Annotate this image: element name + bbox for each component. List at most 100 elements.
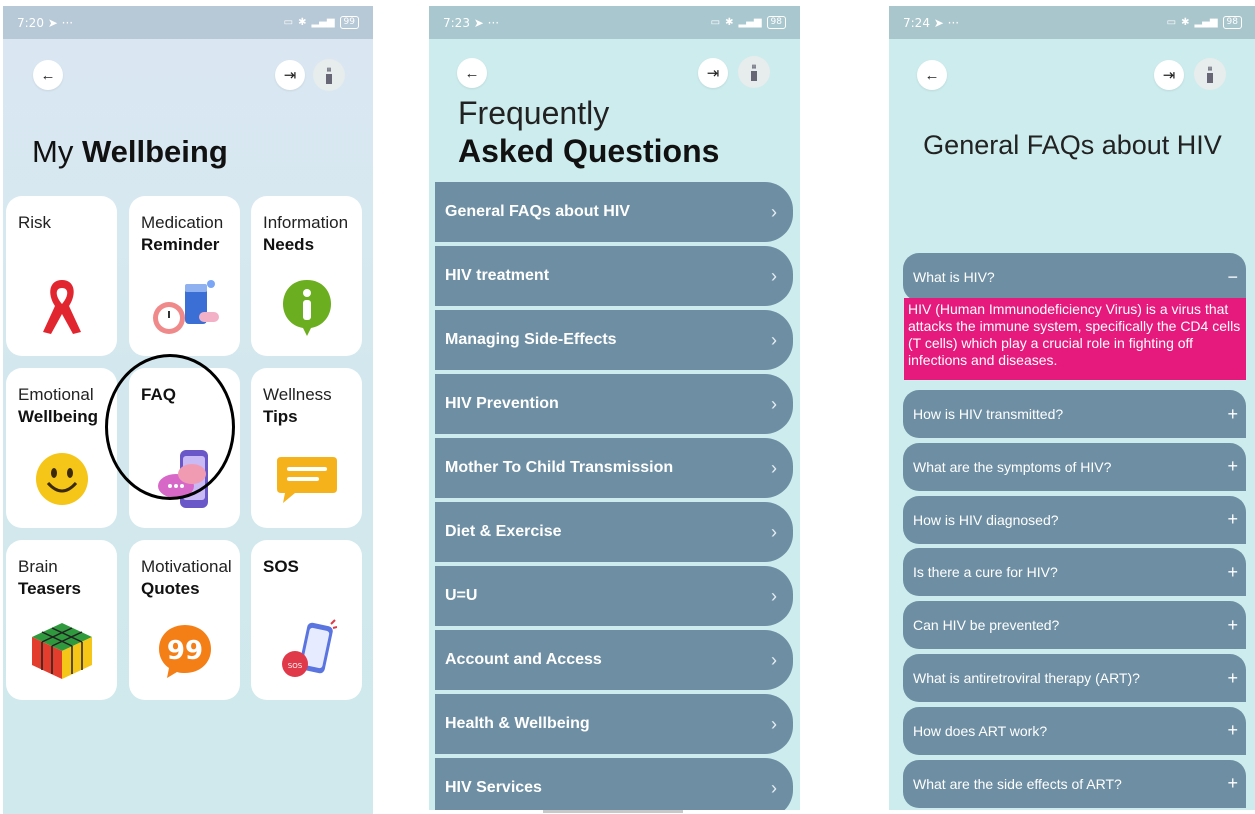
tile-information-needs[interactable]: Information Needs xyxy=(251,196,362,356)
status-bar: 7:20 ➤ ··· ▭ ✱ ▂▄▆ 99 xyxy=(3,6,373,39)
status-bar: 7:24 ➤ ··· ▭ ✱ ▂▄▆ 98 xyxy=(889,6,1255,39)
tile-emotional-wellbeing[interactable]: Emotional Wellbeing xyxy=(6,368,117,528)
arrow-left-icon: ← xyxy=(40,66,56,84)
avatar-image: ▦ xyxy=(751,63,757,70)
question-text: Is there a cure for HIV? xyxy=(913,564,1058,581)
faq-category-label: HIV Services xyxy=(445,779,542,796)
faq-question-row[interactable]: What are the side effects of ART? + xyxy=(903,759,1246,808)
faq-question-row[interactable]: What is antiretroviral therapy (ART)? + xyxy=(903,654,1246,702)
chevron-right-icon: › xyxy=(771,649,777,670)
chevron-right-icon: › xyxy=(771,777,777,798)
faq-category-label: Health & Wellbeing xyxy=(445,715,590,732)
vpn-icon: ▭ xyxy=(710,17,721,28)
quote-icon: 99 xyxy=(158,625,211,678)
tile-wellness-tips[interactable]: Wellness Tips xyxy=(251,368,362,528)
status-time: 7:24 xyxy=(903,15,930,30)
faq-answer: HIV (Human Immunodeficiency Virus) is a … xyxy=(904,298,1246,380)
svg-text:SOS: SOS xyxy=(287,662,302,670)
tile-brain-teasers[interactable]: Brain Teasers xyxy=(6,540,117,700)
tile-motivational-quotes[interactable]: Motivational Quotes 99 xyxy=(129,540,240,700)
svg-text:99: 99 xyxy=(166,636,202,666)
arrow-left-icon: ← xyxy=(924,66,940,84)
faq-category-label: Diet & Exercise xyxy=(445,523,562,540)
logout-button[interactable]: ⇥ xyxy=(1154,60,1184,90)
expand-icon: + xyxy=(1227,667,1238,688)
chevron-right-icon: › xyxy=(771,521,777,542)
message-icon xyxy=(276,457,337,503)
info-icon xyxy=(282,280,331,336)
faq-question-expanded[interactable]: What is HIV? − xyxy=(903,253,1246,301)
question-text: How is HIV transmitted? xyxy=(913,406,1064,422)
logout-button[interactable]: ⇥ xyxy=(698,58,728,88)
faq-question-row[interactable]: What are the symptoms of HIV? + xyxy=(903,442,1246,491)
red-ribbon-icon xyxy=(42,280,81,334)
faq-category-row[interactable]: HIV Services › xyxy=(435,758,793,810)
faq-question-row[interactable]: Is there a cure for HIV? + xyxy=(903,548,1246,597)
chevron-right-icon: › xyxy=(771,201,777,222)
back-button[interactable]: ← xyxy=(33,60,63,90)
faq-question-row[interactable]: How does ART work? + xyxy=(903,706,1246,755)
vpn-icon: ▭ xyxy=(1166,17,1177,28)
avatar[interactable]: ▦ xyxy=(1194,58,1226,90)
faq-category-row[interactable]: Account and Access › xyxy=(435,630,793,690)
avatar[interactable]: ▦ xyxy=(738,56,770,88)
back-button[interactable]: ← xyxy=(917,60,947,90)
faq-category-row[interactable]: HIV Prevention › xyxy=(435,374,793,434)
battery-indicator: 98 xyxy=(1222,16,1242,29)
location-icon: ➤ xyxy=(473,15,484,30)
expand-icon: + xyxy=(1227,720,1238,741)
faq-category-row[interactable]: Diet & Exercise › xyxy=(435,502,793,562)
faq-questions-screen: 7:24 ➤ ··· ▭ ✱ ▂▄▆ 98 ← ⇥ ▦ General FAQs ab… xyxy=(889,6,1255,810)
logout-button[interactable]: ⇥ xyxy=(275,60,305,90)
bluetooth-icon: ✱ xyxy=(1181,17,1190,28)
page-title: My Wellbeing xyxy=(32,134,228,169)
bluetooth-icon: ✱ xyxy=(725,17,734,28)
sos-phone-icon: SOS xyxy=(281,619,337,677)
back-button[interactable]: ← xyxy=(457,58,487,88)
faq-category-label: General FAQs about HIV xyxy=(445,203,630,220)
signal-icon: ▂▄▆ xyxy=(738,17,762,28)
signal-icon: ▂▄▆ xyxy=(1194,17,1218,28)
page-title: Frequently Asked Questions xyxy=(458,95,720,169)
logout-icon: ⇥ xyxy=(706,65,720,82)
faq-question-row[interactable]: How is HIV transmitted? + xyxy=(903,390,1246,438)
collapse-icon: − xyxy=(1227,266,1238,287)
faq-category-row[interactable]: U=U › xyxy=(435,566,793,626)
avatar[interactable]: ▦ xyxy=(313,59,345,91)
faq-category-row[interactable]: HIV treatment › xyxy=(435,246,793,306)
pills-clock-icon xyxy=(152,280,219,334)
expand-icon: + xyxy=(1227,509,1238,530)
bluetooth-icon: ✱ xyxy=(298,17,307,28)
status-time: 7:23 xyxy=(443,15,470,30)
logout-icon: ⇥ xyxy=(1162,67,1176,84)
faq-category-row[interactable]: Managing Side-Effects › xyxy=(435,310,793,370)
question-text: How is HIV diagnosed? xyxy=(913,511,1059,528)
tile-sos[interactable]: SOS SOS xyxy=(251,540,362,700)
chevron-right-icon: › xyxy=(771,393,777,414)
question-text: What is antiretroviral therapy (ART)? xyxy=(913,670,1140,686)
faq-question-row[interactable]: How is HIV diagnosed? + xyxy=(903,495,1246,544)
faq-categories-screen: 7:23 ➤ ··· ▭ ✱ ▂▄▆ 98 ← ⇥ ▦ Frequently Aske… xyxy=(429,6,800,810)
faq-category-label: Managing Side-Effects xyxy=(445,331,617,348)
avatar-image: ▦ xyxy=(326,66,332,73)
chevron-right-icon: › xyxy=(771,713,777,734)
battery-indicator: 98 xyxy=(766,16,786,29)
avatar-image: ▦ xyxy=(1207,65,1213,72)
status-bar: 7:23 ➤ ··· ▭ ✱ ▂▄▆ 98 xyxy=(429,6,800,39)
faq-category-row[interactable]: Health & Wellbeing › xyxy=(435,694,793,754)
question-text: Can HIV be prevented? xyxy=(913,617,1060,634)
expand-icon: + xyxy=(1227,773,1238,794)
wellbeing-screen: 7:20 ➤ ··· ▭ ✱ ▂▄▆ 99 ← ⇥ ▦ My Wellbeing Ri… xyxy=(3,6,373,814)
tile-risk[interactable]: Risk xyxy=(6,196,117,356)
tile-medication-reminder[interactable]: Medication Reminder xyxy=(129,196,240,356)
chevron-right-icon: › xyxy=(771,265,777,286)
faq-question-row[interactable]: Can HIV be prevented? + xyxy=(903,601,1246,650)
faq-category-row[interactable]: Mother To Child Transmission › xyxy=(435,438,793,498)
vpn-icon: ▭ xyxy=(283,17,294,28)
logout-icon: ⇥ xyxy=(283,67,297,84)
location-icon: ➤ xyxy=(933,15,944,30)
arrow-left-icon: ← xyxy=(464,64,480,82)
highlight-circle xyxy=(105,354,235,500)
faq-category-row[interactable]: General FAQs about HIV › xyxy=(435,182,793,242)
faq-category-label: HIV Prevention xyxy=(445,395,559,412)
